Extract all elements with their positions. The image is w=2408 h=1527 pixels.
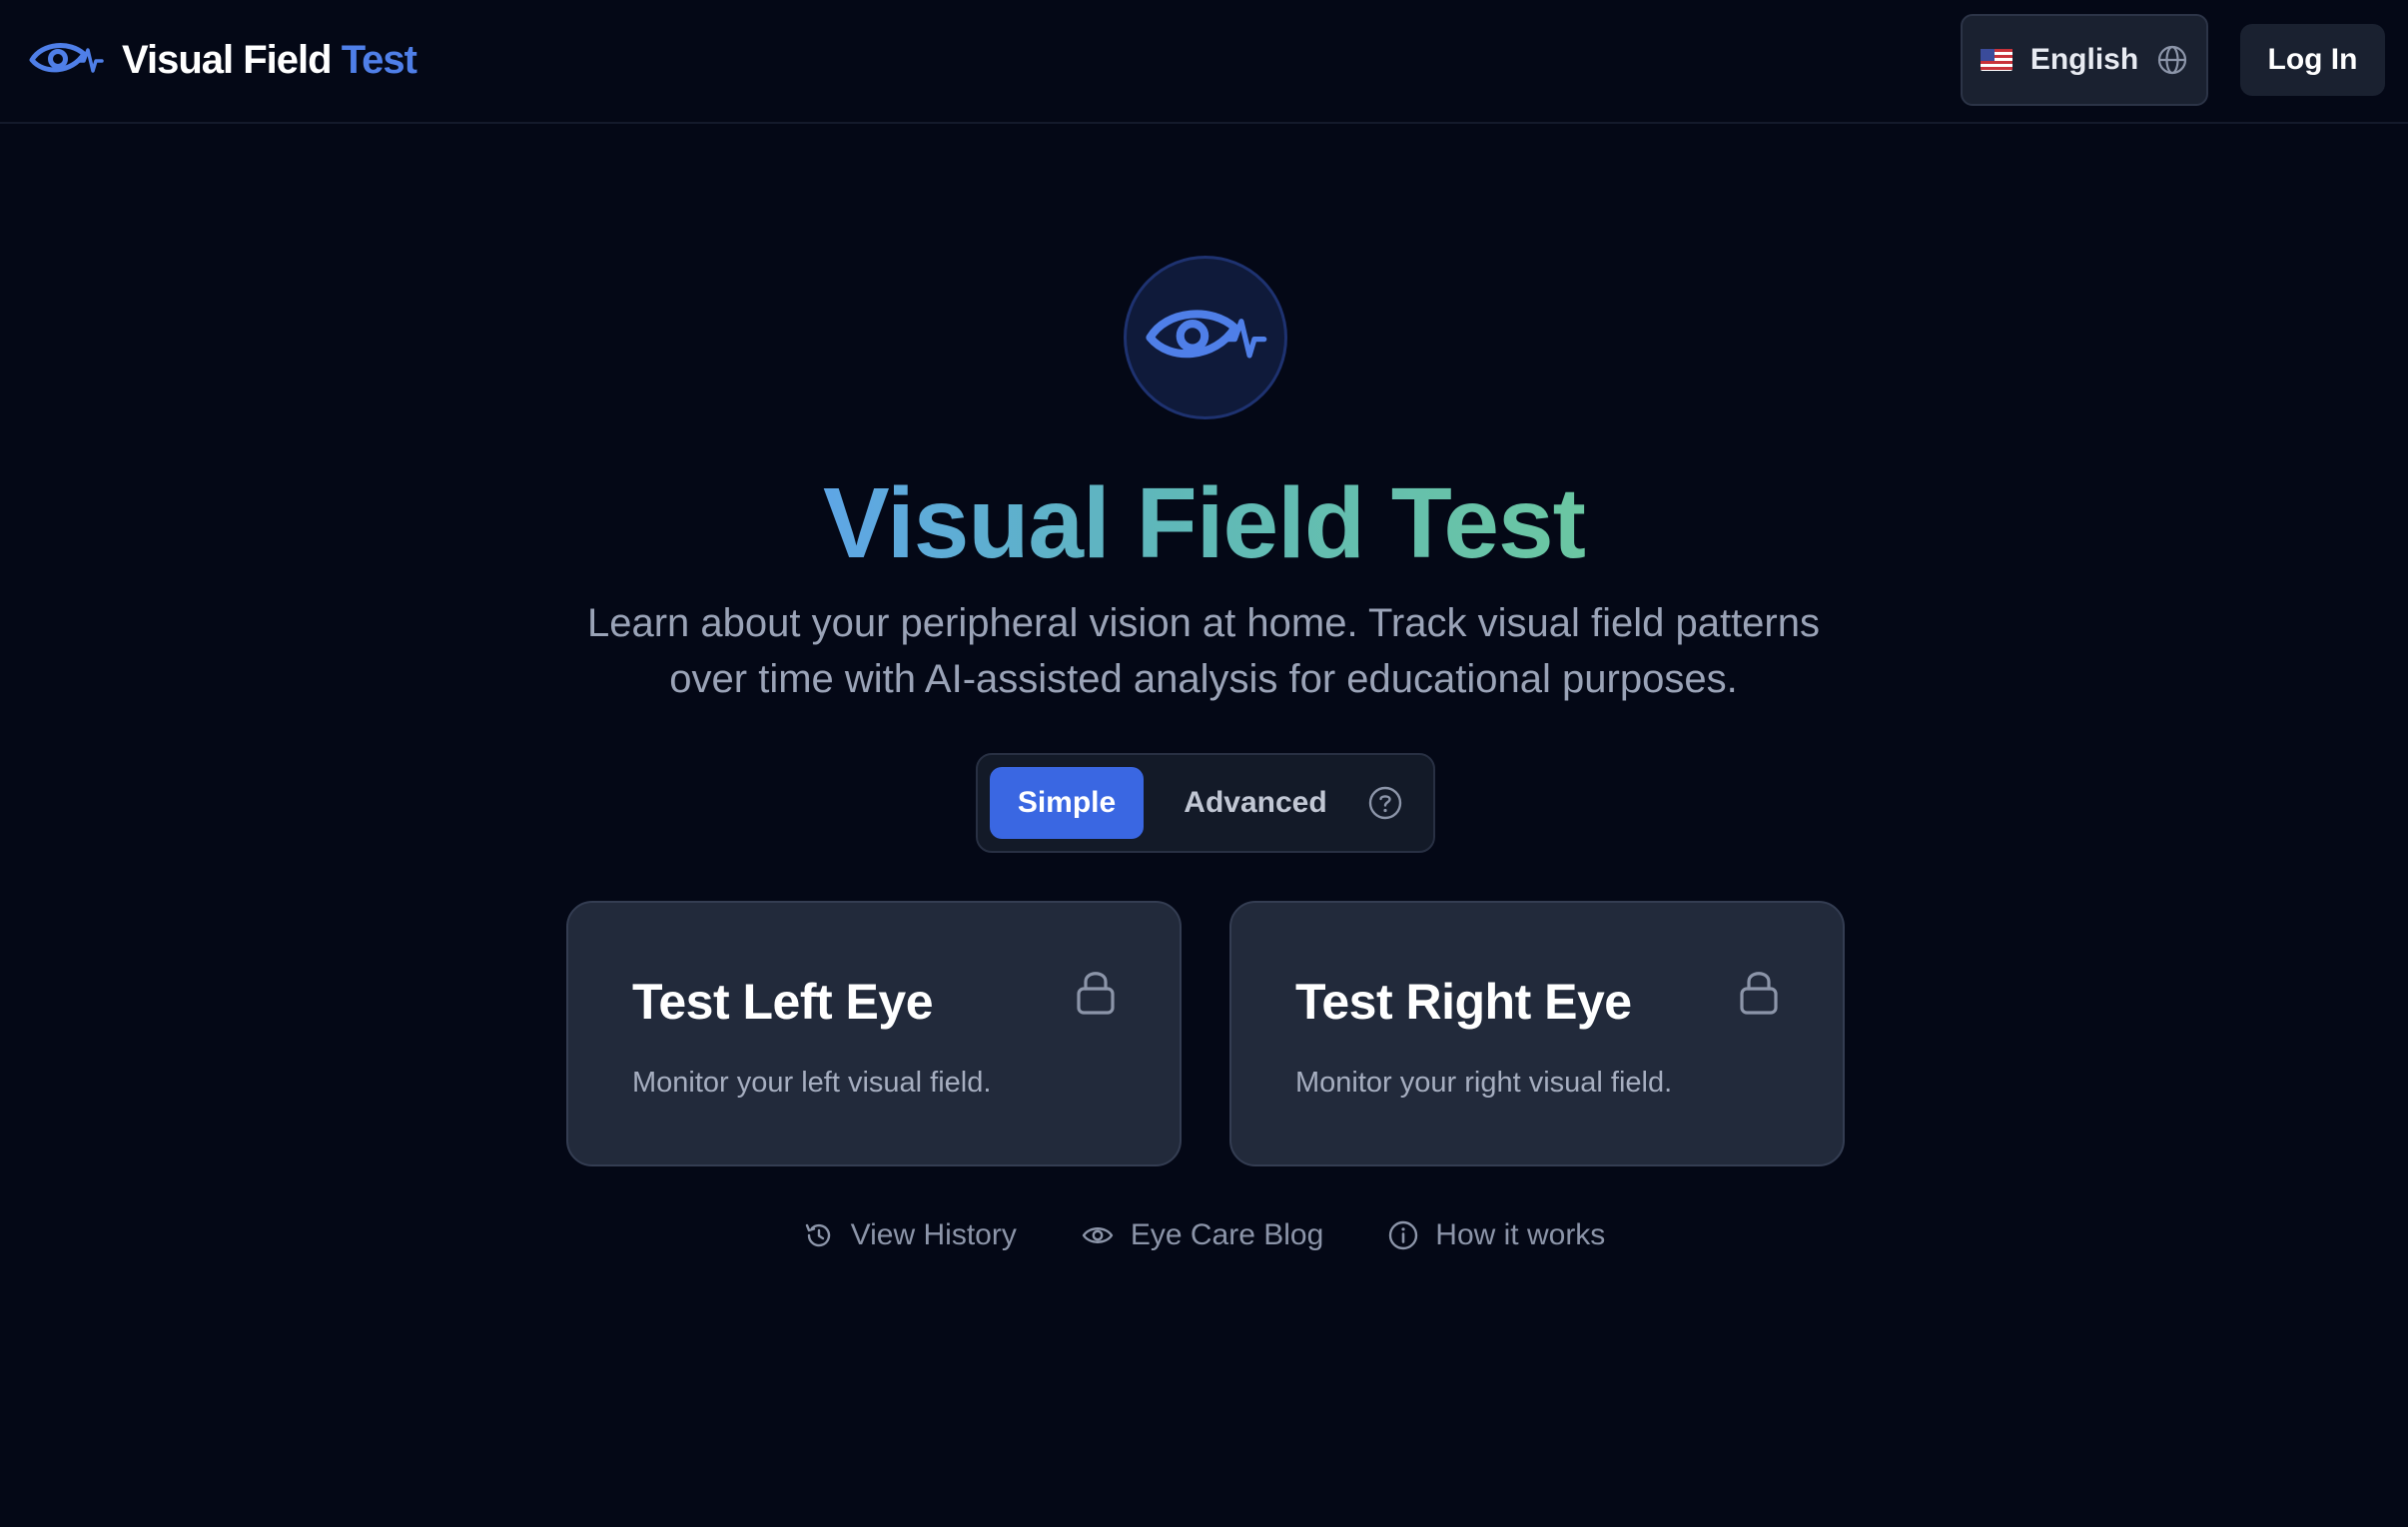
hero-eye-pulse-icon <box>1124 256 1287 419</box>
brand-title-part2: Test <box>341 37 417 82</box>
card-title: Test Right Eye <box>1295 974 1632 1030</box>
question-circle-icon[interactable] <box>1363 781 1407 825</box>
card-description: Monitor your right visual field. <box>1295 1067 1673 1099</box>
how-it-works-link[interactable]: How it works <box>1387 1210 1605 1260</box>
eye-care-blog-link[interactable]: Eye Care Blog <box>1081 1210 1323 1260</box>
info-icon <box>1387 1219 1419 1251</box>
footer-link-label: View History <box>850 1218 1017 1251</box>
footer-link-label: How it works <box>1435 1218 1606 1251</box>
eye-pulse-icon <box>28 37 104 83</box>
lock-icon <box>1071 967 1121 1017</box>
page-subtitle: Learn about your peripheral vision at ho… <box>586 601 1820 701</box>
globe-icon <box>2156 44 2188 76</box>
page-title: Visual Field Test <box>0 467 2408 579</box>
brand-title: Visual Field Test <box>122 37 417 83</box>
mode-option-advanced[interactable]: Advanced <box>1156 767 1355 839</box>
brand-title-part1: Visual Field <box>122 37 333 82</box>
brand-home-link[interactable]: Visual Field Test <box>28 28 417 92</box>
language-label: English <box>2029 43 2139 76</box>
history-icon <box>803 1219 835 1251</box>
card-title: Test Left Eye <box>632 974 934 1030</box>
footer-links: View History Eye Care Blog How it works <box>0 1210 2408 1260</box>
test-right-eye-card[interactable]: Test Right Eye Monitor your right visual… <box>1229 901 1845 1166</box>
mode-option-simple[interactable]: Simple <box>990 767 1144 839</box>
eye-icon <box>1081 1219 1115 1251</box>
mode-toggle: Simple Advanced <box>976 753 1435 853</box>
footer-link-label: Eye Care Blog <box>1130 1218 1324 1251</box>
login-button[interactable]: Log In <box>2240 24 2385 96</box>
card-description: Monitor your left visual field. <box>632 1067 992 1099</box>
lock-icon <box>1734 967 1784 1017</box>
test-left-eye-card[interactable]: Test Left Eye Monitor your left visual f… <box>566 901 1182 1166</box>
us-flag-icon <box>1980 49 2012 71</box>
view-history-link[interactable]: View History <box>803 1210 1017 1260</box>
page-title-text: Visual Field Test <box>823 467 1586 579</box>
language-selector-button[interactable]: English <box>1961 14 2208 106</box>
top-navigation-bar: Visual Field Test English Log In <box>0 0 2408 124</box>
